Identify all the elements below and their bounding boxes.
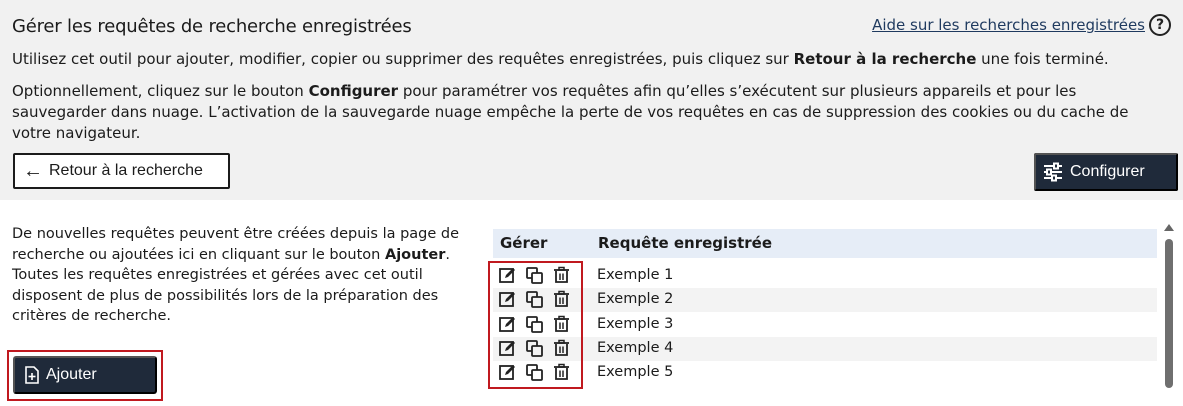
add-label: Ajouter xyxy=(46,366,97,383)
add-button[interactable]: Ajouter xyxy=(13,356,157,394)
description-line-1: Utilisez cet outil pour ajouter, modifie… xyxy=(12,49,1172,70)
header-query: Requête enregistrée xyxy=(598,234,773,252)
query-name: Exemple 2 xyxy=(597,291,674,307)
question-circle-icon[interactable]: ? xyxy=(1149,14,1171,36)
help-link[interactable]: Aide sur les recherches enregistrées xyxy=(872,16,1145,34)
saved-queries-table: Gérer Requête enregistrée Exemple 1 Exem… xyxy=(493,222,1162,386)
sliders-icon xyxy=(1044,162,1062,182)
query-name: Exemple 4 xyxy=(597,340,674,356)
header-manage: Gérer xyxy=(500,234,548,252)
file-plus-icon xyxy=(25,366,39,384)
configure-button[interactable]: Configurer xyxy=(1034,153,1178,191)
table-row: Exemple 5 xyxy=(493,361,1157,385)
description-line-2: Optionnellement, cliquez sur le bouton C… xyxy=(12,81,1172,144)
arrow-left-icon: ← xyxy=(23,160,43,182)
description-text: une fois terminé. xyxy=(976,50,1109,68)
configure-label: Configurer xyxy=(1070,163,1145,180)
query-name: Exemple 1 xyxy=(597,267,674,283)
header-panel: Gérer les requêtes de recherche enregist… xyxy=(0,0,1183,200)
back-to-search-button[interactable]: ← Retour à la recherche xyxy=(13,153,230,189)
table-scrollbar[interactable] xyxy=(1162,222,1176,388)
table-row: Exemple 2 xyxy=(493,288,1157,312)
instructions-bold: Ajouter xyxy=(384,246,446,263)
description-text: Optionnellement, cliquez sur le bouton xyxy=(12,82,309,100)
description-text: Utilisez cet outil pour ajouter, modifie… xyxy=(12,50,794,68)
query-name: Exemple 5 xyxy=(597,364,674,380)
table-header: Gérer Requête enregistrée xyxy=(493,229,1157,258)
query-name: Exemple 3 xyxy=(597,316,674,332)
table-row: Exemple 1 xyxy=(493,264,1157,288)
back-to-search-label: Retour à la recherche xyxy=(49,162,203,179)
table-row: Exemple 4 xyxy=(493,337,1157,361)
manage-icons-highlight xyxy=(488,261,583,389)
scroll-thumb[interactable] xyxy=(1165,239,1173,388)
page-title: Gérer les requêtes de recherche enregist… xyxy=(12,16,412,37)
description-bold: Configurer xyxy=(308,82,399,100)
add-instructions: De nouvelles requêtes peuvent être créée… xyxy=(12,224,482,327)
description-bold: Retour à la recherche xyxy=(793,50,977,68)
scroll-up-icon[interactable] xyxy=(1164,224,1174,231)
table-row: Exemple 3 xyxy=(493,313,1157,337)
